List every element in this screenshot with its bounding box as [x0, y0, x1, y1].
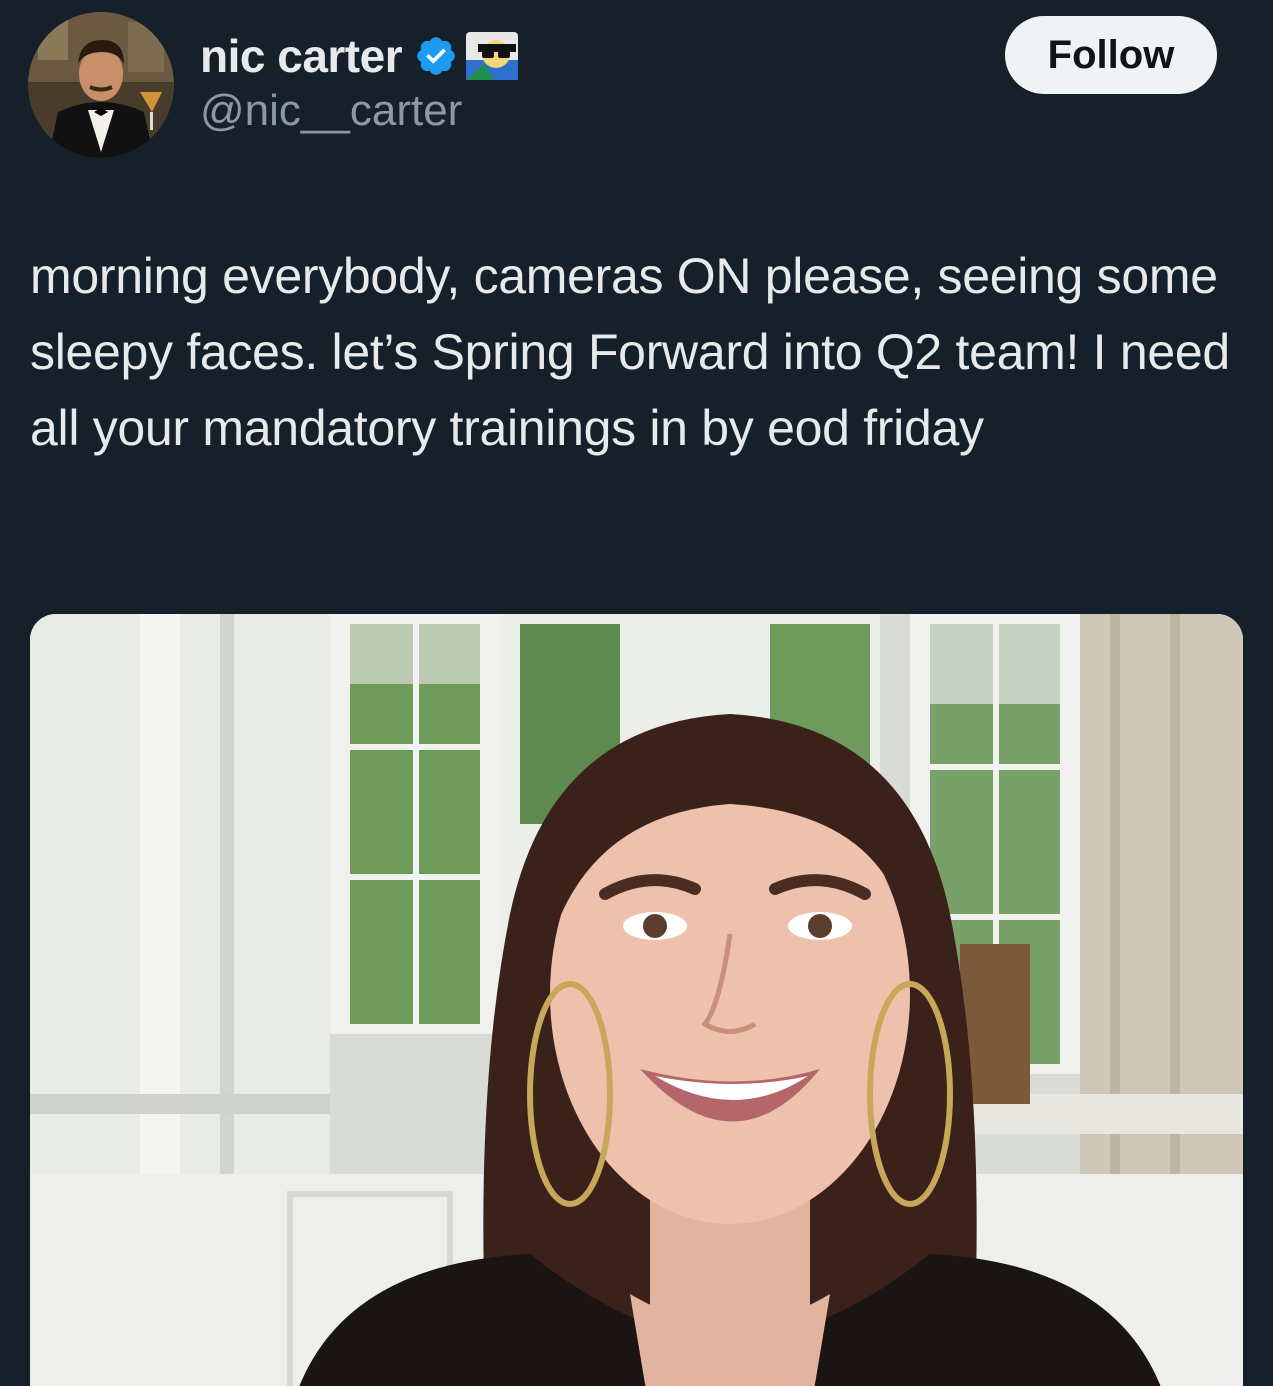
avatar-photo-icon — [28, 12, 174, 158]
tweet-card: nic carter @nic__carter Follow morning e… — [0, 0, 1273, 1386]
author-name-row[interactable]: nic carter — [200, 28, 520, 84]
verified-badge-icon[interactable] — [414, 34, 458, 78]
author-display-name[interactable]: nic carter — [200, 29, 403, 83]
follow-button[interactable]: Follow — [1005, 16, 1217, 94]
sunglasses-emoji-icon — [466, 32, 519, 80]
tweet-media[interactable] — [30, 614, 1243, 1386]
author-handle[interactable]: @nic__carter — [200, 86, 462, 136]
attached-photo-icon — [30, 614, 1243, 1386]
author-avatar[interactable] — [28, 12, 174, 158]
tweet-text: morning everybody, cameras ON please, se… — [30, 248, 1230, 456]
